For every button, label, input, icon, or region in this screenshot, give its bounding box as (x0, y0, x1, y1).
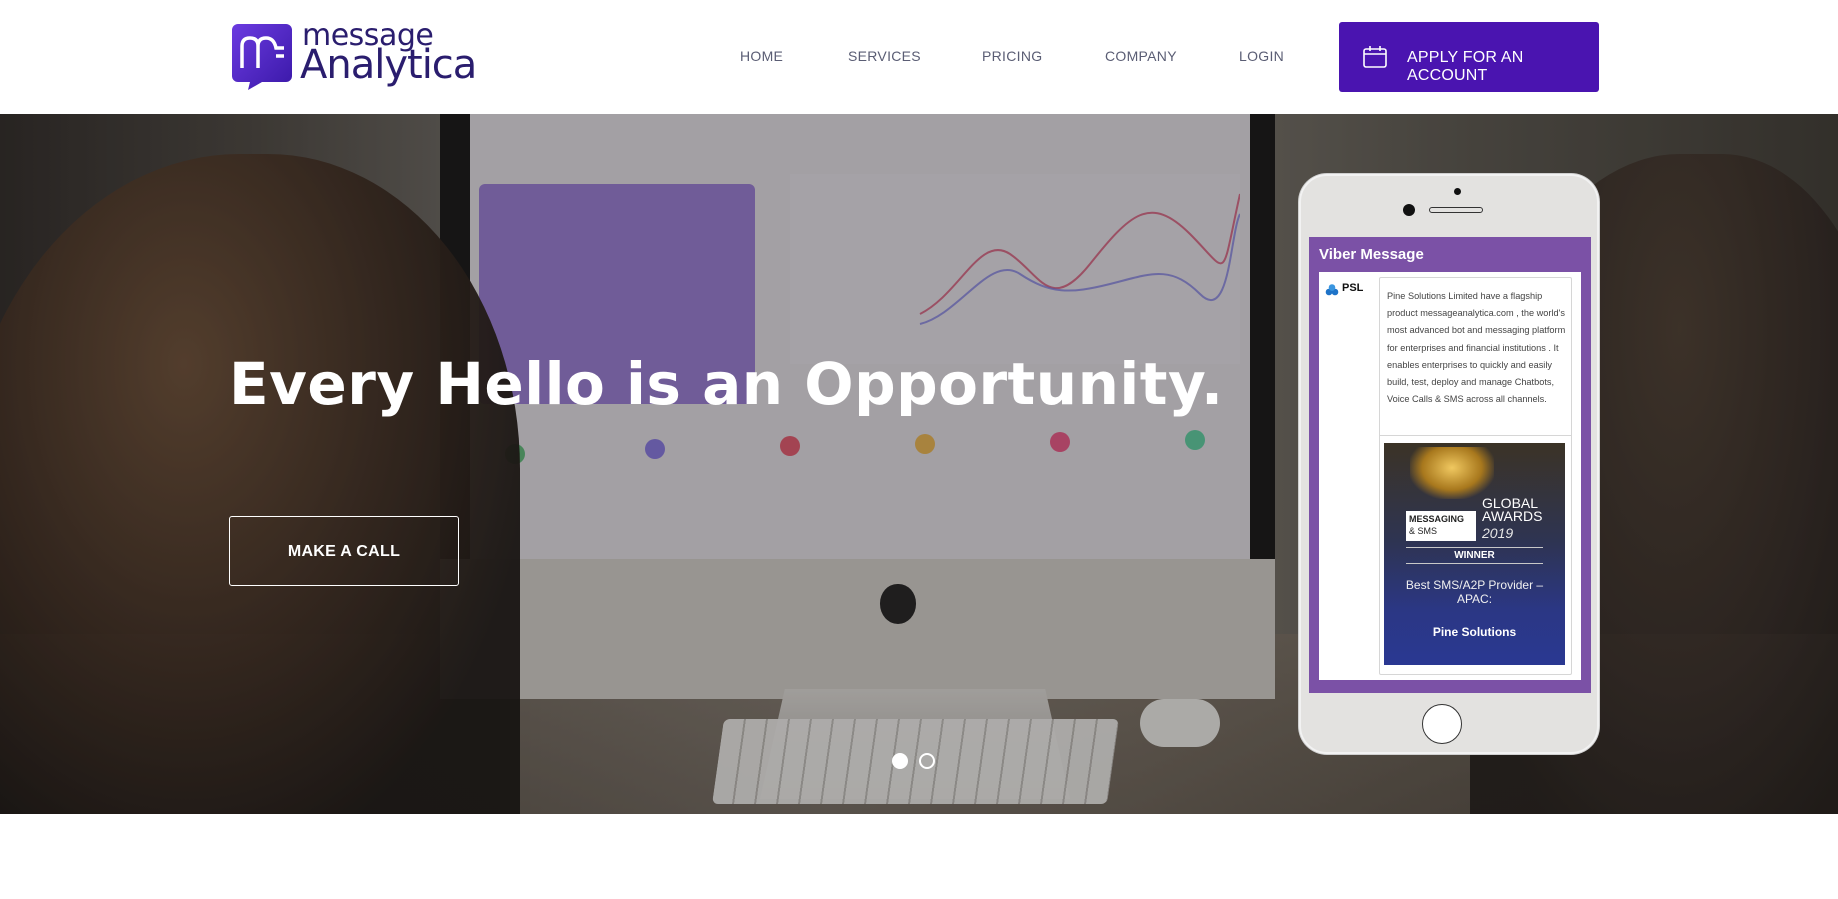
nav-services[interactable]: SERVICES (848, 48, 921, 64)
message-bubble: Pine Solutions Limited have a flagship p… (1379, 277, 1572, 675)
award-tag: MESSAGING & SMS (1406, 511, 1476, 541)
psl-logo-icon (1325, 284, 1339, 296)
make-call-label: MAKE A CALL (287, 543, 401, 560)
apply-account-label: APPLY FOR AN ACCOUNT (1407, 49, 1524, 84)
apply-account-button[interactable]: APPLY FOR AN ACCOUNT (1339, 22, 1599, 92)
award-image: MESSAGING & SMS GLOBAL AWARDS 2019 WINNE… (1384, 443, 1565, 665)
phone-speaker (1429, 207, 1483, 213)
phone-screen: Viber Message PSL Pine Solutions Limited… (1309, 237, 1591, 693)
logo-text-bottom: Analytica (300, 42, 477, 88)
phone-mockup: Viber Message PSL Pine Solutions Limited… (1299, 174, 1599, 754)
award-category: Best SMS/A2P Provider – APAC: (1405, 578, 1544, 606)
award-global: GLOBAL AWARDS (1482, 495, 1543, 524)
viber-title: Viber Message (1319, 246, 1424, 263)
carousel-dot-1[interactable] (892, 753, 908, 769)
hero-title: Every Hello is an Opportunity. (229, 350, 1224, 418)
award-tag-line1: MESSAGING (1409, 514, 1465, 524)
brand-logo-icon (232, 24, 292, 90)
sender-name: PSL (1342, 282, 1364, 294)
phone-home-button[interactable] (1422, 704, 1462, 744)
message-divider (1380, 435, 1571, 436)
trophy-icon (1410, 447, 1494, 499)
message-text: Pine Solutions Limited have a flagship p… (1387, 291, 1566, 405)
award-winner: WINNER (1454, 550, 1495, 561)
brand-logo[interactable]: message Analytica (232, 18, 482, 90)
nav-company[interactable]: COMPANY (1105, 48, 1177, 64)
award-winner-name: Pine Solutions (1432, 625, 1517, 639)
phone-camera (1403, 204, 1415, 216)
award-rule-bottom (1406, 563, 1543, 564)
calendar-icon (1363, 46, 1387, 68)
award-year: 2019 (1482, 525, 1514, 541)
award-tag-line2: & SMS (1409, 526, 1438, 536)
nav-home[interactable]: HOME (740, 48, 783, 64)
nav-pricing[interactable]: PRICING (982, 48, 1042, 64)
carousel-dot-2[interactable] (919, 753, 935, 769)
phone-sensor (1454, 188, 1461, 195)
nav-login[interactable]: LOGIN (1239, 48, 1284, 64)
message-area: PSL Pine Solutions Limited have a flagsh… (1319, 272, 1581, 680)
site-header: message Analytica HOME SERVICES PRICING … (0, 0, 1838, 114)
make-call-button[interactable]: MAKE A CALL (229, 516, 459, 586)
award-rule-top (1406, 547, 1543, 548)
